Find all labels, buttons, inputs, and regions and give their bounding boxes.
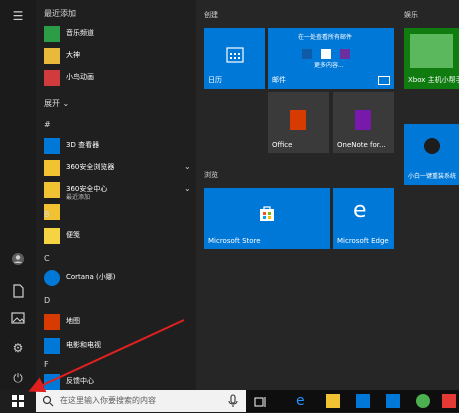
cortana-icon (44, 270, 60, 286)
section-letter[interactable]: # (44, 120, 51, 129)
expand-button[interactable]: 展开 ⌄ (44, 98, 69, 109)
edge-icon: e (353, 198, 367, 223)
calendar-tile[interactable]: 日历 (204, 28, 265, 89)
section-letter[interactable]: C (44, 254, 50, 263)
chevron-down-icon[interactable]: ⌄ (184, 184, 191, 193)
onenote-icon (355, 110, 371, 130)
xbox-tile[interactable]: Xbox 主机小帮手 (404, 28, 459, 89)
feedback-icon (44, 374, 60, 390)
tile-label: 小白一键重装系统 (408, 173, 457, 180)
bird-animation-icon (44, 70, 60, 86)
tile-label: 邮件 (272, 76, 286, 84)
calendar-icon (226, 47, 244, 63)
app-item[interactable]: Cortana (小娜) (44, 268, 194, 288)
app-item[interactable]: 地图 (44, 312, 194, 332)
app-label: 地图 (66, 317, 80, 325)
edge-icon[interactable]: e (296, 394, 310, 408)
left-rail: ☰ ⚙ ⏻ (0, 0, 36, 390)
store-icon[interactable] (356, 394, 370, 408)
app-label: 大神 (66, 51, 80, 59)
app-label: 3D 查看器 (66, 141, 100, 149)
taskbar: 在这里输入你要搜索的内容 e (0, 390, 459, 412)
mail-icon (378, 76, 390, 85)
folder-icon (44, 160, 60, 176)
chevron-down-icon: ⌄ (62, 99, 70, 108)
app-folder[interactable]: 360安全浏览器 ⌄ (44, 158, 194, 178)
app-item[interactable]: 便笺 (44, 226, 194, 246)
tile-label: Xbox 主机小帮手 (408, 76, 459, 84)
section-letter[interactable]: B (44, 210, 50, 219)
file-explorer-icon[interactable] (326, 394, 340, 408)
xiaobai-tile[interactable]: 小白一键重装系统 (404, 124, 459, 185)
sticky-notes-icon (44, 228, 60, 244)
search-icon (42, 395, 54, 407)
taskbar-search-box[interactable]: 在这里输入你要搜索的内容 (36, 390, 246, 412)
app-folder[interactable]: 360安全中心 最近添加 ⌄ (44, 180, 194, 201)
settings-icon[interactable]: ⚙ (10, 340, 26, 356)
section-letter[interactable]: D (44, 296, 50, 305)
section-letter[interactable]: F (44, 360, 49, 369)
tile-label: Microsoft Edge (337, 237, 389, 245)
tile-label: 日历 (208, 76, 222, 84)
chevron-down-icon[interactable]: ⌄ (184, 162, 191, 171)
app-label: Cortana (小娜) (66, 273, 116, 281)
document-icon[interactable] (10, 284, 26, 300)
user-icon[interactable] (10, 252, 26, 268)
power-icon[interactable]: ⏻ (10, 370, 26, 386)
app-item[interactable]: 小鸟动画 (44, 68, 194, 88)
app-folder[interactable] (44, 202, 194, 222)
pictures-icon[interactable] (10, 312, 26, 328)
hamburger-icon[interactable]: ☰ (10, 8, 26, 24)
office-icon (290, 110, 306, 130)
office-tile[interactable]: Office (268, 92, 329, 153)
movies-tv-icon (44, 338, 60, 354)
xiaobai-icon (424, 138, 440, 154)
music-channel-icon (44, 26, 60, 42)
app-label: 便笺 (66, 231, 80, 239)
expand-label: 展开 (44, 99, 60, 108)
tile-label: Office (272, 141, 293, 149)
maps-icon (44, 314, 60, 330)
folder-icon (44, 182, 60, 198)
start-icon (12, 395, 24, 407)
start-button[interactable] (0, 390, 36, 412)
app-label: 小鸟动画 (66, 73, 94, 81)
mail-provider-icons (302, 44, 362, 59)
3d-viewer-icon (44, 138, 60, 154)
app-sublabel: 最近添加 (66, 194, 91, 201)
dashen-icon (44, 48, 60, 64)
onenote-tile[interactable]: OneNote for... (333, 92, 394, 153)
mail-tile-text: 在一处查看所有邮件 (298, 34, 353, 41)
tile-label: OneNote for... (337, 141, 386, 149)
edge-tile[interactable]: e Microsoft Edge (333, 188, 394, 249)
app-label: 音乐频道 (66, 29, 94, 37)
tile-label: Microsoft Store (208, 237, 261, 245)
mail-tile-more: 更多内容... (314, 62, 344, 69)
xbox-characters-icon (410, 34, 453, 68)
app-item[interactable]: 大神 (44, 46, 194, 66)
group-title-create[interactable]: 创建 (204, 10, 218, 20)
app-label: 反馈中心 (66, 377, 94, 385)
recent-header: 最近添加 (44, 9, 76, 18)
app-item[interactable]: 电影和电视 (44, 336, 194, 356)
group-title-browse[interactable]: 浏览 (204, 170, 218, 180)
store-tile[interactable]: Microsoft Store (204, 188, 330, 249)
app-label: 360安全浏览器 (66, 163, 115, 171)
group-title-entertainment[interactable]: 娱乐 (404, 10, 418, 20)
search-placeholder: 在这里输入你要搜索的内容 (60, 396, 156, 405)
app-label: 电影和电视 (66, 341, 101, 349)
mail-icon[interactable] (386, 394, 400, 408)
mail-tile[interactable]: 在一处查看所有邮件 更多内容... 邮件 (268, 28, 394, 89)
microphone-icon[interactable] (228, 394, 238, 408)
app-item[interactable]: 反馈中心 (44, 372, 194, 392)
app-item[interactable]: 音乐频道 (44, 24, 194, 44)
task-view-icon[interactable] (254, 394, 268, 408)
360-icon[interactable] (416, 394, 430, 408)
store-icon (260, 206, 274, 221)
extra-icon[interactable] (442, 394, 456, 408)
app-item[interactable]: 3D 查看器 (44, 136, 194, 156)
